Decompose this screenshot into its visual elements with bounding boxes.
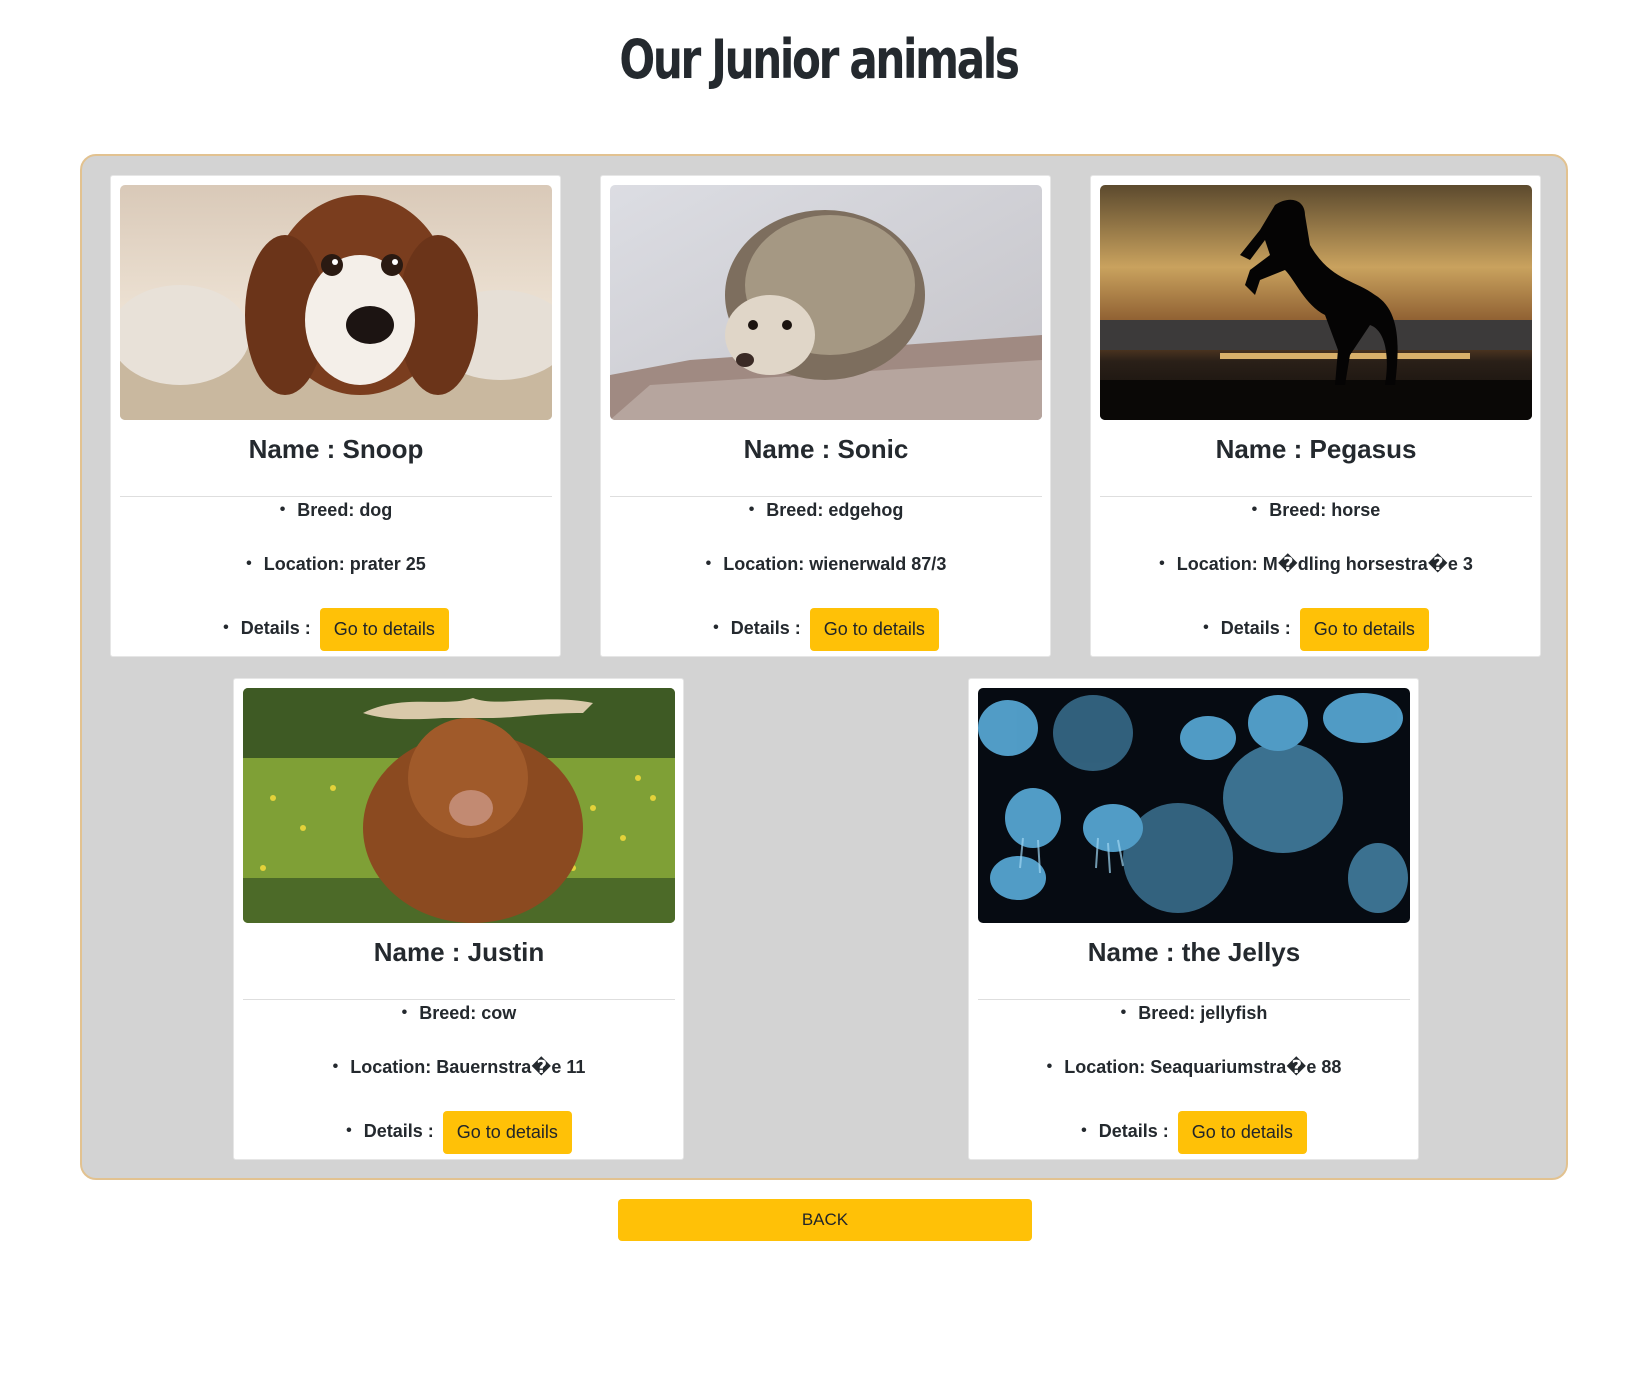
breed-text: Breed: dog	[297, 500, 393, 520]
animal-name: Name : Pegasus	[1215, 434, 1417, 464]
page-title: Our Junior animals	[619, 28, 1020, 91]
hedgehog-image	[610, 185, 1042, 420]
location-text: Location: wienerwald 87/3	[723, 554, 947, 574]
breed-item: • Breed: dog	[279, 500, 393, 520]
animal-card-sonic: Name : Sonic • Breed: edgehog • Location: …	[600, 175, 1051, 657]
breed-item: • Breed: cow	[401, 1003, 517, 1023]
animal-name: Name : Snoop	[248, 434, 424, 464]
breed-item: • Breed: horse	[1251, 500, 1381, 520]
horse-image	[1100, 185, 1532, 420]
go-to-details-button[interactable]: Go to details	[319, 607, 449, 651]
breed-text: Breed: jellyfish	[1138, 1003, 1268, 1023]
details-label: Details :	[363, 1121, 434, 1141]
details-item: • Details : Go to details	[978, 1109, 1410, 1154]
location-text: Location: Bauernstra�e 11	[350, 1057, 586, 1077]
breed-item: • Breed: jellyfish	[1120, 1003, 1268, 1023]
divider	[243, 999, 675, 1000]
details-item: • Details : Go to details	[1100, 606, 1532, 651]
location-text: Location: Seaquariumstra�e 88	[1064, 1057, 1342, 1077]
jellyfish-image	[978, 688, 1410, 923]
location-item: • Location: M�dling horsestra�e 3	[1159, 554, 1473, 574]
animal-card-snoop: Name : Snoop • Breed: dog • Location: prat…	[110, 175, 561, 657]
breed-text: Breed: cow	[419, 1003, 517, 1023]
cow-image	[243, 688, 675, 923]
details-label: Details :	[1220, 618, 1291, 638]
breed-item: • Breed: edgehog	[748, 500, 904, 520]
location-item: • Location: wienerwald 87/3	[705, 554, 947, 574]
location-text: Location: M�dling horsestra�e 3	[1176, 554, 1473, 574]
go-to-details-button[interactable]: Go to details	[809, 607, 939, 651]
animal-name: Name : Sonic	[743, 434, 909, 464]
animal-card-justin: Name : Justin • Breed: cow • Location: Bau…	[233, 678, 684, 1160]
divider	[120, 496, 552, 497]
details-item: • Details : Go to details	[610, 606, 1042, 651]
animal-name: Name : Justin	[373, 937, 545, 967]
dog-image	[120, 185, 552, 420]
go-to-details-button[interactable]: Go to details	[442, 1110, 572, 1154]
location-item: • Location: Bauernstra�e 11	[332, 1057, 586, 1077]
location-item: • Location: Seaquariumstra�e 88	[1046, 1057, 1342, 1077]
animal-card-pegasus: Name : Pegasus • Breed: horse • Location: …	[1090, 175, 1541, 657]
back-button[interactable]: BACK	[618, 1199, 1032, 1241]
details-label: Details :	[1098, 1121, 1169, 1141]
go-to-details-button[interactable]: Go to details	[1177, 1110, 1307, 1154]
divider	[978, 999, 1410, 1000]
animals-panel: Name : Snoop • Breed: dog • Location: prat…	[80, 154, 1568, 1180]
breed-text: Breed: edgehog	[766, 500, 904, 520]
details-label: Details :	[240, 618, 311, 638]
animal-card-the-jellys: Name : the Jellys • Breed: jellyfish • Loc…	[968, 678, 1419, 1160]
location-item: • Location: prater 25	[246, 554, 426, 574]
details-item: • Details : Go to details	[120, 606, 552, 651]
divider	[1100, 496, 1532, 497]
details-item: • Details : Go to details	[243, 1109, 675, 1154]
go-to-details-button[interactable]: Go to details	[1299, 607, 1429, 651]
divider	[610, 496, 1042, 497]
details-label: Details :	[730, 618, 801, 638]
breed-text: Breed: horse	[1269, 500, 1381, 520]
location-text: Location: prater 25	[263, 554, 426, 574]
animal-name: Name : the Jellys	[1087, 937, 1301, 967]
